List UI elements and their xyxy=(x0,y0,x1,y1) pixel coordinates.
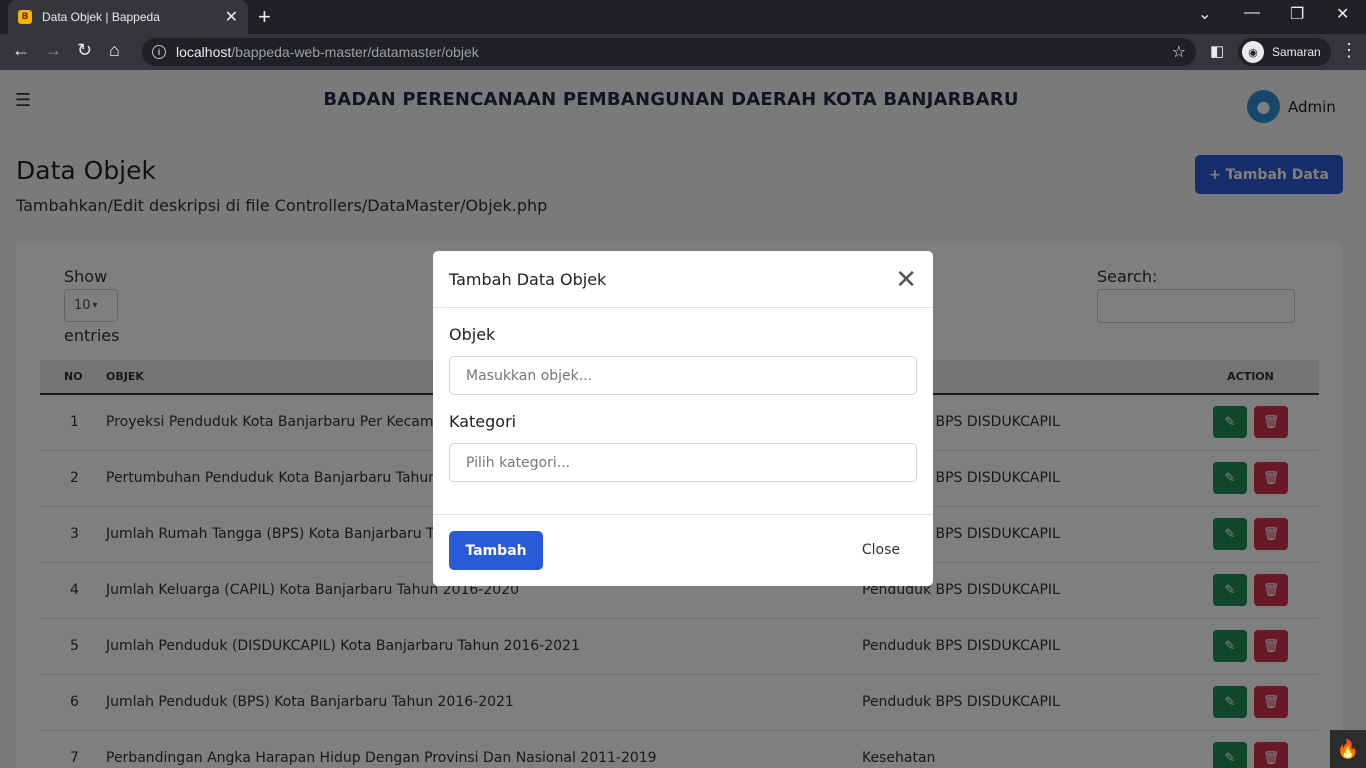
modal-header: Tambah Data Objek ✕ xyxy=(433,251,933,308)
window-close-icon[interactable]: ✕ xyxy=(1336,4,1349,24)
restore-icon[interactable]: ❐ xyxy=(1290,4,1304,24)
objek-placeholder: Masukkan objek... xyxy=(466,367,593,384)
home-icon[interactable]: ⌂ xyxy=(109,40,120,61)
kebab-menu-icon[interactable]: ⋮ xyxy=(1340,40,1358,61)
kategori-placeholder: Pilih kategori... xyxy=(466,454,571,471)
tambah-data-modal: Tambah Data Objek ✕ Objek Masukkan objek… xyxy=(433,251,933,586)
tambah-button[interactable]: Tambah xyxy=(449,531,543,570)
url-path: /bappeda-web-master/datamaster/objek xyxy=(231,44,479,60)
tab-close-icon[interactable]: ✕ xyxy=(225,9,238,25)
reload-icon[interactable]: ↻ xyxy=(77,40,92,61)
modal-title: Tambah Data Objek xyxy=(449,269,607,289)
kategori-select[interactable]: Pilih kategori... xyxy=(449,443,917,482)
browser-toolbar: ← → ↻ ⌂ i localhost /bappeda-web-master/… xyxy=(0,34,1366,70)
url-host: localhost xyxy=(176,44,232,60)
incognito-icon: ◉ xyxy=(1242,41,1264,63)
objek-label: Objek xyxy=(449,325,496,344)
tab-search-chevron-icon[interactable]: ⌄ xyxy=(1198,4,1211,24)
browser-tabbar: B Data Objek | Bappeda ✕ + ⌄ — ❐ ✕ xyxy=(0,0,1366,34)
bappeda-favicon-icon: B xyxy=(18,10,32,24)
side-panel-icon[interactable]: ◧ xyxy=(1210,42,1224,60)
close-button[interactable]: Close xyxy=(862,542,900,558)
close-x-icon[interactable]: ✕ xyxy=(895,266,917,292)
address-bar[interactable]: i localhost /bappeda-web-master/datamast… xyxy=(142,38,1196,66)
back-arrow-icon[interactable]: ← xyxy=(12,40,30,61)
incognito-profile[interactable]: ◉ Samaran xyxy=(1238,38,1331,66)
browser-tab[interactable]: B Data Objek | Bappeda ✕ xyxy=(8,0,248,34)
bookmark-star-icon[interactable]: ☆ xyxy=(1172,42,1186,61)
site-info-icon[interactable]: i xyxy=(152,45,166,59)
minimize-icon[interactable]: — xyxy=(1244,4,1260,22)
kategori-label: Kategori xyxy=(449,412,517,431)
objek-input[interactable]: Masukkan objek... xyxy=(449,356,917,395)
flame-icon[interactable]: 🔥 xyxy=(1330,730,1366,768)
forward-arrow-icon[interactable]: → xyxy=(44,40,62,61)
modal-footer: Tambah Close xyxy=(433,514,933,586)
tab-title: Data Objek | Bappeda xyxy=(42,10,160,24)
new-tab-icon[interactable]: + xyxy=(258,4,271,30)
profile-name: Samaran xyxy=(1272,45,1321,59)
